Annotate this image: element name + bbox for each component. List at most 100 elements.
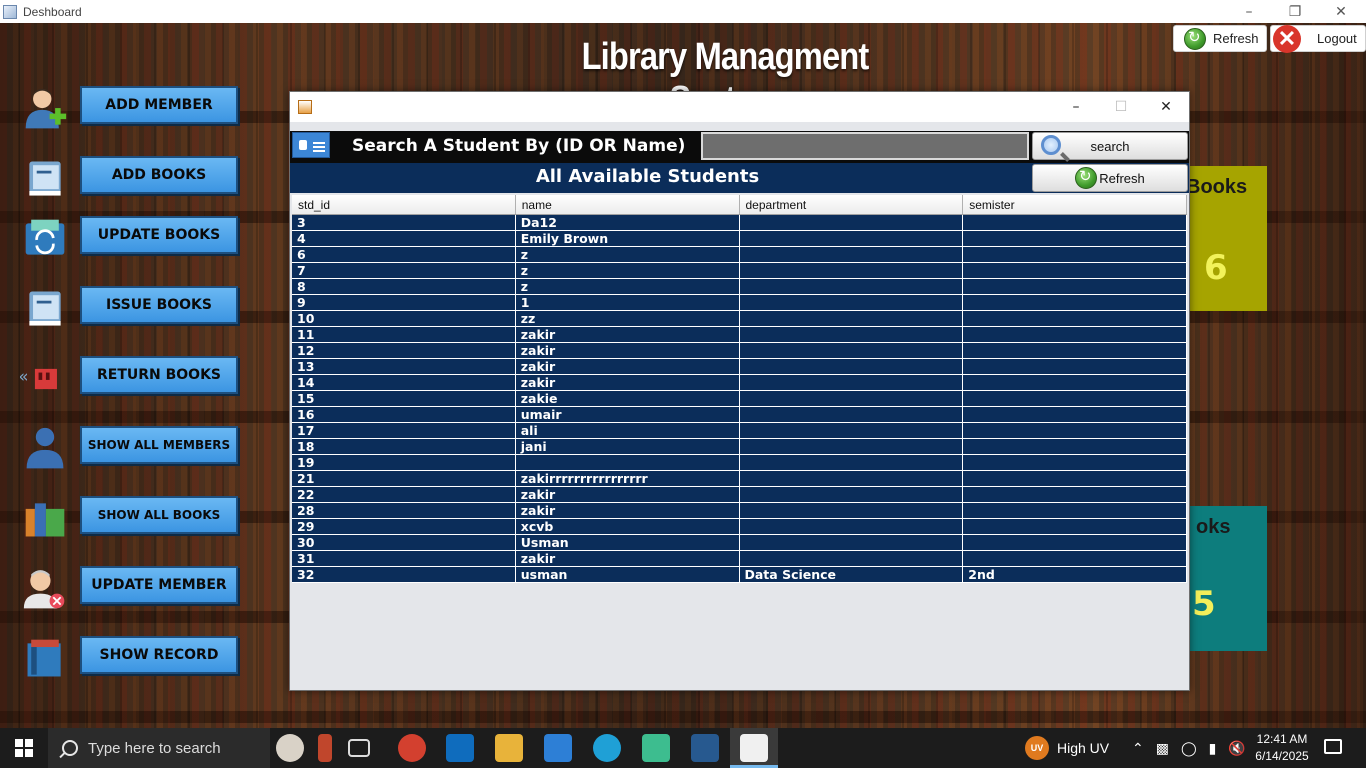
cell-department[interactable]	[740, 279, 964, 294]
table-row[interactable]: 13 zakir	[292, 359, 1187, 375]
cell-name[interactable]	[516, 455, 740, 470]
cell-name[interactable]: z	[516, 263, 740, 278]
cell-name[interactable]: zakir	[516, 359, 740, 374]
cell-department[interactable]	[740, 247, 964, 262]
cell-department[interactable]	[740, 423, 964, 438]
cell-name[interactable]: zakirrrrrrrrrrrrrrrr	[516, 471, 740, 486]
cell-semister[interactable]	[963, 423, 1187, 438]
weather-widget[interactable]: UV High UV	[1025, 728, 1109, 768]
windows-start-icon[interactable]	[15, 739, 33, 757]
cell-semister[interactable]	[963, 375, 1187, 390]
table-row[interactable]: 19	[292, 455, 1187, 471]
cell-name[interactable]: zakir	[516, 503, 740, 518]
minimize-button[interactable]: –	[1226, 0, 1272, 23]
cell-department[interactable]	[740, 407, 964, 422]
cell-department[interactable]	[740, 439, 964, 454]
cell-std-id[interactable]: 31	[292, 551, 516, 566]
taskbar-search[interactable]: Type here to search	[48, 728, 270, 768]
cell-std-id[interactable]: 29	[292, 519, 516, 534]
edge-icon[interactable]	[593, 734, 621, 762]
table-row[interactable]: 3 Da12	[292, 215, 1187, 231]
search-button[interactable]: search	[1032, 132, 1188, 160]
close-button[interactable]: ✕	[1318, 0, 1364, 23]
notifications-icon[interactable]	[1324, 739, 1342, 754]
cell-department[interactable]	[740, 295, 964, 310]
table-row[interactable]: 11 zakir	[292, 327, 1187, 343]
cell-std-id[interactable]: 15	[292, 391, 516, 406]
cell-semister[interactable]	[963, 487, 1187, 502]
cell-name[interactable]: ali	[516, 423, 740, 438]
cell-semister[interactable]	[963, 503, 1187, 518]
table-row[interactable]: 6z	[292, 247, 1187, 263]
cell-name[interactable]: Da12	[516, 215, 740, 230]
cell-name[interactable]: xcvb	[516, 519, 740, 534]
file-explorer-icon[interactable]	[495, 734, 523, 762]
cell-department[interactable]	[740, 391, 964, 406]
cell-department[interactable]	[740, 343, 964, 358]
cell-std-id[interactable]: 10	[292, 311, 516, 326]
column-header-name[interactable]: name	[516, 195, 740, 214]
dialog-minimize-button[interactable]: –	[1053, 92, 1099, 122]
cell-semister[interactable]	[963, 455, 1187, 470]
cell-std-id[interactable]: 8	[292, 279, 516, 294]
table-row[interactable]: 18 jani	[292, 439, 1187, 455]
table-row[interactable]: 21 zakirrrrrrrrrrrrrrrr	[292, 471, 1187, 487]
java-app-taskbar-button[interactable]	[730, 728, 778, 768]
cell-std-id[interactable]: 21	[292, 471, 516, 486]
cell-std-id[interactable]: 14	[292, 375, 516, 390]
table-row[interactable]: 29 xcvb	[292, 519, 1187, 535]
cell-semister[interactable]	[963, 247, 1187, 262]
cell-department[interactable]	[740, 551, 964, 566]
update-books-button[interactable]: UPDATE BOOKS	[80, 216, 238, 254]
table-row[interactable]: 31 zakir	[292, 551, 1187, 567]
cell-std-id[interactable]: 6	[292, 247, 516, 262]
cell-department[interactable]	[740, 231, 964, 246]
cell-name[interactable]: z	[516, 247, 740, 262]
cell-std-id[interactable]: 17	[292, 423, 516, 438]
dialog-refresh-button[interactable]: Refresh	[1032, 164, 1188, 192]
restore-button[interactable]: ❐	[1272, 0, 1318, 23]
return-books-button[interactable]: RETURN BOOKS	[80, 356, 238, 394]
search-input[interactable]	[701, 132, 1029, 160]
cell-semister[interactable]	[963, 215, 1187, 230]
mysql-workbench-icon[interactable]	[691, 734, 719, 762]
table-row[interactable]: 17 ali	[292, 423, 1187, 439]
cell-std-id[interactable]: 19	[292, 455, 516, 470]
network-globe-icon[interactable]: ◯	[1181, 740, 1197, 757]
cell-name[interactable]: Emily Brown	[516, 231, 740, 246]
cell-name[interactable]: 1	[516, 295, 740, 310]
cell-std-id[interactable]: 9	[292, 295, 516, 310]
cell-std-id[interactable]: 7	[292, 263, 516, 278]
cell-semister[interactable]	[963, 263, 1187, 278]
cell-name[interactable]: zakir	[516, 343, 740, 358]
update-member-button[interactable]: UPDATE MEMBER	[80, 566, 238, 604]
column-header-department[interactable]: department	[740, 195, 964, 214]
cell-department[interactable]	[740, 327, 964, 342]
column-header-semister[interactable]: semister	[963, 195, 1187, 214]
taskbar-clock[interactable]: 12:41 AM 6/14/2025	[1254, 731, 1310, 765]
cell-semister[interactable]: 2nd	[963, 567, 1187, 582]
cell-name[interactable]: zakir	[516, 551, 740, 566]
table-row[interactable]: 16 umair	[292, 407, 1187, 423]
cell-semister[interactable]	[963, 535, 1187, 550]
cell-std-id[interactable]: 12	[292, 343, 516, 358]
cell-semister[interactable]	[963, 407, 1187, 422]
cell-semister[interactable]	[963, 295, 1187, 310]
cell-name[interactable]: zakie	[516, 391, 740, 406]
cell-department[interactable]	[740, 535, 964, 550]
cortana-avatar-icon[interactable]	[276, 734, 304, 762]
cell-semister[interactable]	[963, 471, 1187, 486]
cell-department[interactable]	[740, 359, 964, 374]
cell-std-id[interactable]: 11	[292, 327, 516, 342]
store-icon[interactable]	[544, 734, 572, 762]
cell-std-id[interactable]: 30	[292, 535, 516, 550]
cell-name[interactable]: zakir	[516, 327, 740, 342]
cell-department[interactable]	[740, 311, 964, 326]
table-row[interactable]: 10 zz	[292, 311, 1187, 327]
cell-semister[interactable]	[963, 391, 1187, 406]
dialog-maximize-button[interactable]: ☐	[1098, 92, 1144, 122]
cell-department[interactable]	[740, 455, 964, 470]
cell-std-id[interactable]: 22	[292, 487, 516, 502]
task-view-icon[interactable]	[348, 739, 370, 757]
cell-name[interactable]: usman	[516, 567, 740, 582]
